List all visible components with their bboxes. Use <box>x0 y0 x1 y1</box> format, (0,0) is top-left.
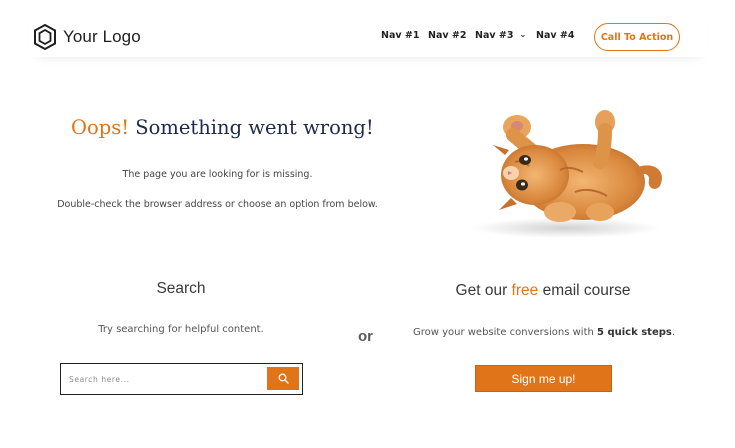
error-headline: Oops! Something went wrong! <box>71 116 374 139</box>
course-title-free: free <box>511 282 539 299</box>
headline-rest: Something went wrong! <box>135 116 374 139</box>
course-title-pre: Get our <box>455 282 512 299</box>
search-title: Search <box>156 280 206 297</box>
nav-item-3-label: Nav #3 <box>475 30 514 41</box>
or-separator: or <box>358 328 373 345</box>
nav-item-2[interactable]: Nav #2 <box>428 30 466 41</box>
logo-text: Your Logo <box>63 27 141 46</box>
search-icon <box>278 373 289 384</box>
sign-up-button[interactable]: Sign me up! <box>475 365 612 392</box>
course-description: Grow your website conversions with 5 qui… <box>404 327 684 338</box>
missing-text: The page you are looking for is missing. <box>122 169 313 180</box>
chevron-down-icon: ⌄ <box>519 30 527 39</box>
headline-oops: Oops! <box>71 116 130 139</box>
nav-item-4[interactable]: Nav #4 <box>536 30 574 41</box>
search-form <box>60 363 303 395</box>
nav-item-3[interactable]: Nav #3 ⌄ <box>475 30 526 41</box>
course-title: Get our free email course <box>430 282 656 300</box>
kitten-image <box>470 110 663 238</box>
hexagon-logo-icon <box>34 24 56 50</box>
search-description: Try searching for helpful content. <box>98 324 264 335</box>
search-input[interactable] <box>69 368 265 390</box>
nav-item-1[interactable]: Nav #1 <box>381 30 419 41</box>
call-to-action-button[interactable]: Call To Action <box>594 23 680 51</box>
course-desc-post: . <box>671 327 676 338</box>
logo[interactable]: Your Logo <box>34 24 141 50</box>
course-desc-pre: Grow your website conversions with <box>412 327 598 338</box>
course-desc-bold: 5 quick steps <box>597 327 672 338</box>
course-title-post: email course <box>538 282 631 299</box>
hint-text: Double-check the browser address or choo… <box>57 199 378 210</box>
search-button[interactable] <box>267 367 299 390</box>
